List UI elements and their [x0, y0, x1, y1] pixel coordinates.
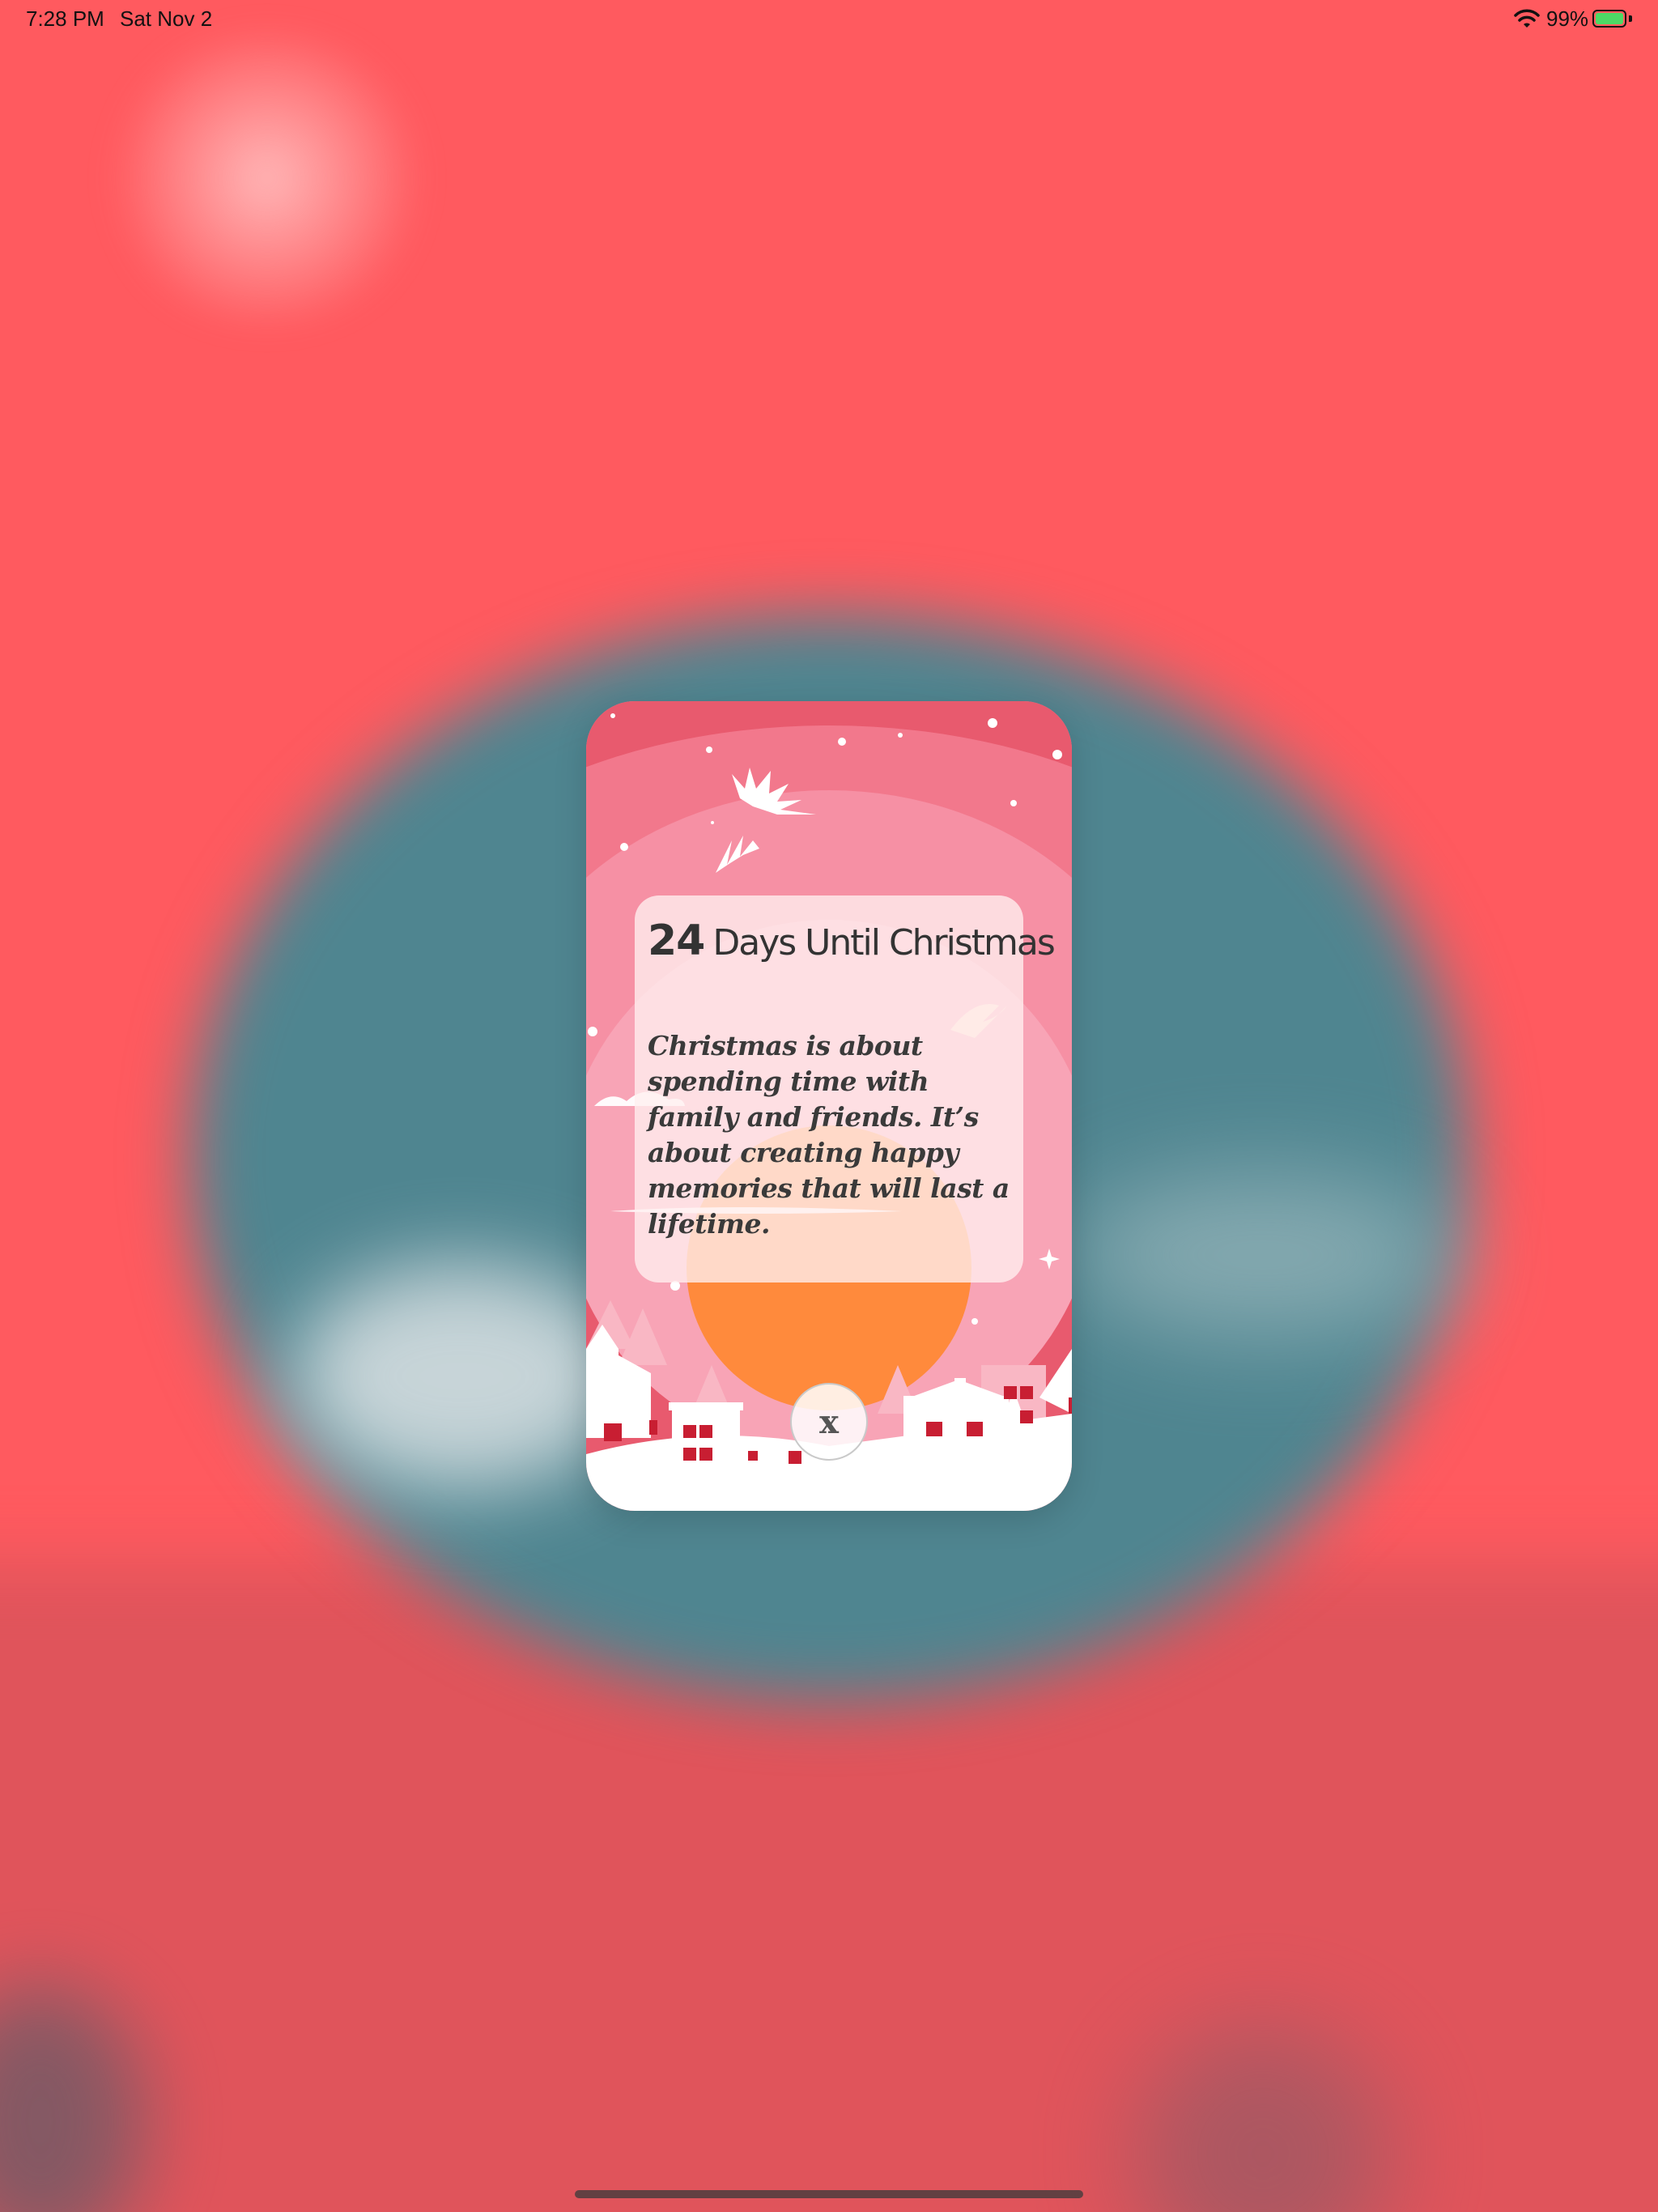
battery-level-fill [1596, 13, 1623, 24]
days-count: 24 [648, 917, 705, 965]
battery-percent: 99% [1546, 6, 1589, 31]
status-bar: 7:28 PM Sat Nov 2 99% [0, 0, 1658, 39]
battery-tip [1629, 15, 1632, 22]
countdown-panel: 24 Days Until Christmas Christmas is abou… [635, 895, 1056, 1283]
days-label: Days Until Christmas [712, 922, 1055, 963]
close-button[interactable]: x [790, 1383, 868, 1461]
christmas-quote: Christmas is about spending time with fa… [648, 1030, 1010, 1240]
home-indicator[interactable] [575, 2190, 1083, 2198]
countdown-heading: 24 Days Until Christmas [648, 917, 1056, 965]
background-glow [97, 32, 437, 324]
status-time: 7:28 PM [26, 6, 104, 31]
close-label: x [819, 1402, 839, 1441]
battery-charging-icon [1592, 10, 1626, 28]
wifi-icon [1514, 9, 1540, 28]
background-cloud-left [291, 1263, 631, 1490]
background-cloud-right [1069, 1174, 1457, 1336]
christmas-countdown-card: 24 Days Until Christmas Christmas is abou… [586, 701, 1072, 1511]
status-date: Sat Nov 2 [120, 6, 213, 31]
